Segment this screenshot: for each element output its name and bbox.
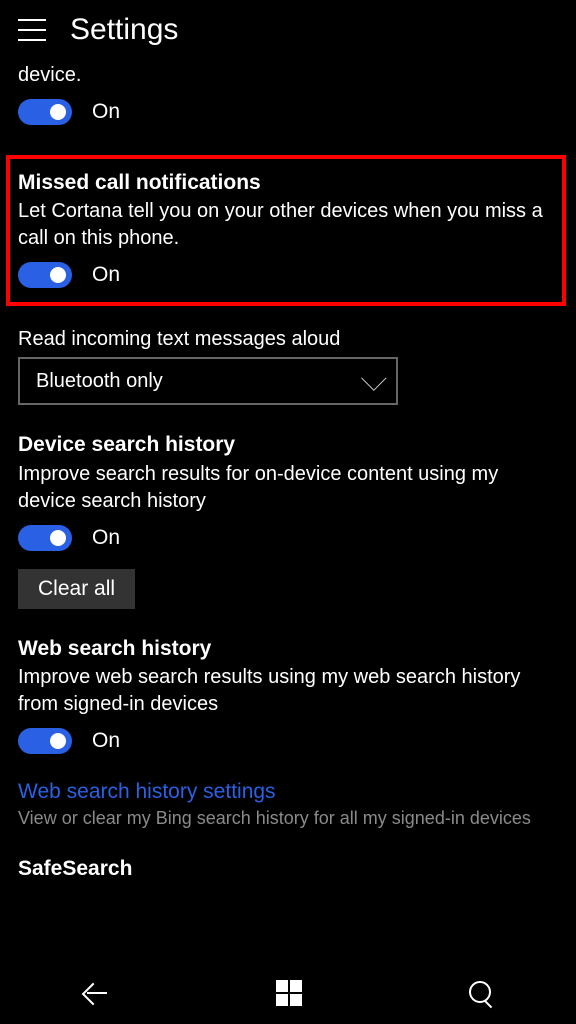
app-header: Settings	[0, 0, 576, 60]
truncated-setting-toggle[interactable]	[18, 99, 72, 125]
web-history-desc: Improve web search results using my web …	[18, 664, 558, 718]
settings-content: device. On Missed call notifications Let…	[0, 60, 576, 960]
toggle-state-label: On	[92, 263, 120, 287]
hamburger-icon[interactable]	[18, 19, 46, 41]
device-history-toggle[interactable]	[18, 525, 72, 551]
clear-all-button[interactable]: Clear all	[18, 569, 135, 609]
missed-call-toggle-row: On	[18, 262, 554, 288]
windows-icon[interactable]	[276, 980, 302, 1006]
web-history-link[interactable]: Web search history settings	[18, 780, 558, 804]
truncated-setting-toggle-row: On	[18, 99, 558, 125]
safesearch-title: SafeSearch	[18, 855, 558, 882]
toggle-state-label: On	[92, 729, 120, 753]
select-value: Bluetooth only	[36, 370, 163, 393]
safesearch-section: SafeSearch	[18, 855, 558, 882]
truncated-setting-desc: device.	[18, 62, 558, 89]
chevron-down-icon	[361, 366, 386, 391]
web-history-link-desc: View or clear my Bing search history for…	[18, 808, 558, 829]
toggle-state-label: On	[92, 526, 120, 550]
web-history-title: Web search history	[18, 635, 558, 662]
back-icon[interactable]	[83, 980, 109, 1006]
device-history-desc: Improve search results for on-device con…	[18, 461, 558, 515]
device-history-toggle-row: On	[18, 525, 558, 551]
read-aloud-label: Read incoming text messages aloud	[18, 328, 558, 351]
missed-call-desc: Let Cortana tell you on your other devic…	[18, 198, 554, 252]
highlighted-section: Missed call notifications Let Cortana te…	[6, 155, 566, 306]
missed-call-title: Missed call notifications	[18, 169, 554, 196]
device-history-section: Device search history Improve search res…	[18, 431, 558, 608]
web-history-toggle[interactable]	[18, 728, 72, 754]
toggle-state-label: On	[92, 100, 120, 124]
search-icon[interactable]	[469, 981, 493, 1005]
system-navbar	[0, 960, 576, 1024]
web-history-toggle-row: On	[18, 728, 558, 754]
page-title: Settings	[70, 13, 178, 47]
web-history-section: Web search history Improve web search re…	[18, 635, 558, 829]
read-aloud-select[interactable]: Bluetooth only	[18, 357, 398, 405]
device-history-title: Device search history	[18, 431, 558, 458]
missed-call-toggle[interactable]	[18, 262, 72, 288]
